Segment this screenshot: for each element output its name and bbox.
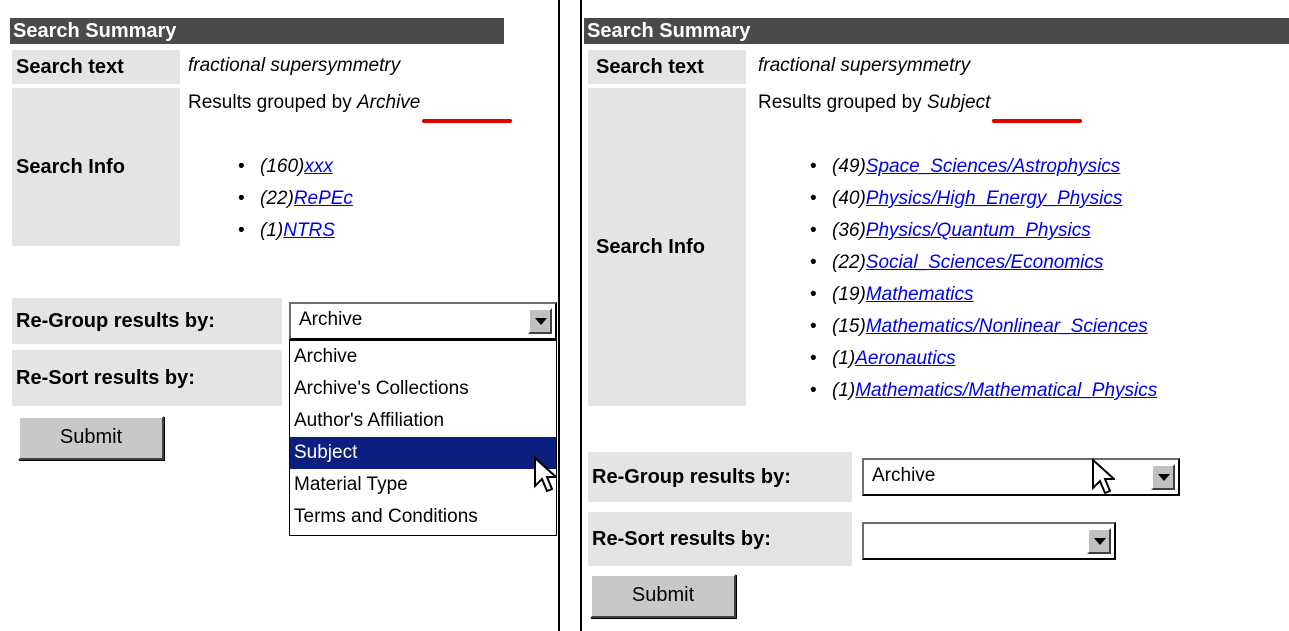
result-link[interactable]: Mathematics/Mathematical_Physics <box>855 380 1157 401</box>
resort-label: Re-Sort results by: <box>12 350 282 406</box>
result-link[interactable]: xxx <box>304 156 333 177</box>
submit-button[interactable]: Submit <box>590 574 736 618</box>
regroup-label: Re-Group results by: <box>588 452 852 502</box>
search-summary-header: Search Summary <box>584 18 1289 44</box>
result-link[interactable]: Aeronautics <box>855 348 955 369</box>
search-text-label: Search text <box>12 50 180 84</box>
search-info-label: Search Info <box>588 88 746 406</box>
list-item: (40)Physics/High_Energy_Physics <box>810 183 1157 215</box>
regroup-select-value: Archive <box>872 465 936 486</box>
dropdown-option[interactable]: Archive's Collections <box>290 373 556 405</box>
grouped-by-line: Results grouped by Subject <box>758 92 990 114</box>
list-item: (1)Mathematics/Mathematical_Physics <box>810 375 1157 407</box>
dropdown-option[interactable]: Archive <box>290 341 556 373</box>
resort-select[interactable] <box>862 522 1116 560</box>
regroup-select-value: Archive <box>299 309 363 330</box>
regroup-select[interactable]: Archive <box>289 302 557 340</box>
search-text-value: fractional supersymmetry <box>758 55 971 76</box>
dropdown-option[interactable]: Material Type <box>290 469 556 501</box>
regroup-dropdown-list: Archive Archive's Collections Author's A… <box>289 340 557 536</box>
result-link[interactable]: Mathematics/Nonlinear_Sciences <box>866 316 1148 337</box>
grouped-by-red-underline <box>422 119 512 123</box>
result-link[interactable]: RePEc <box>294 188 353 209</box>
chevron-down-icon[interactable] <box>1087 528 1111 554</box>
result-link[interactable]: Social_Sciences/Economics <box>866 252 1104 273</box>
search-text-value: fractional supersymmetry <box>188 55 401 76</box>
list-item: (160)xxx <box>238 151 353 183</box>
grouped-by-line: Results grouped by Archive <box>188 92 420 114</box>
list-item: (36)Physics/Quantum_Physics <box>810 215 1157 247</box>
result-link[interactable]: NTRS <box>283 220 335 241</box>
grouped-by-value: Archive <box>357 92 421 113</box>
dropdown-option-selected[interactable]: Subject <box>290 437 556 469</box>
search-info-label: Search Info <box>12 88 180 246</box>
list-item: (19)Mathematics <box>810 279 1157 311</box>
grouped-by-prefix: Results grouped by <box>188 92 352 113</box>
result-link[interactable]: Physics/Quantum_Physics <box>866 220 1091 241</box>
submit-button[interactable]: Submit <box>18 416 164 460</box>
right-panel: Search Summary Search text fractional su… <box>580 0 1289 631</box>
list-item: (1)NTRS <box>238 215 353 247</box>
chevron-down-icon[interactable] <box>528 308 552 334</box>
left-panel: Search Summary Search text fractional su… <box>0 0 560 631</box>
result-link[interactable]: Mathematics <box>866 284 974 305</box>
search-summary-header: Search Summary <box>10 18 504 44</box>
list-item: (15)Mathematics/Nonlinear_Sciences <box>810 311 1157 343</box>
regroup-label: Re-Group results by: <box>12 298 282 344</box>
result-link[interactable]: Physics/High_Energy_Physics <box>866 188 1123 209</box>
list-item: (22)RePEc <box>238 183 353 215</box>
search-text-label: Search text <box>588 50 746 84</box>
resort-label: Re-Sort results by: <box>588 512 852 566</box>
grouped-by-red-underline <box>992 119 1082 123</box>
list-item: (49)Space_Sciences/Astrophysics <box>810 151 1157 183</box>
result-link[interactable]: Space_Sciences/Astrophysics <box>866 156 1121 177</box>
results-list: (160)xxx (22)RePEc (1)NTRS <box>238 151 353 247</box>
regroup-select[interactable]: Archive <box>862 458 1180 496</box>
grouped-by-value: Subject <box>927 92 991 113</box>
mouse-cursor-icon <box>534 456 557 493</box>
results-list: (49)Space_Sciences/Astrophysics (40)Phys… <box>810 151 1157 407</box>
dropdown-option[interactable]: Author's Affiliation <box>290 405 556 437</box>
list-item: (22)Social_Sciences/Economics <box>810 247 1157 279</box>
list-item: (1)Aeronautics <box>810 343 1157 375</box>
grouped-by-prefix: Results grouped by <box>758 92 922 113</box>
mouse-cursor-icon <box>1092 458 1115 495</box>
dropdown-option[interactable]: Terms and Conditions <box>290 501 556 533</box>
chevron-down-icon[interactable] <box>1151 464 1175 490</box>
